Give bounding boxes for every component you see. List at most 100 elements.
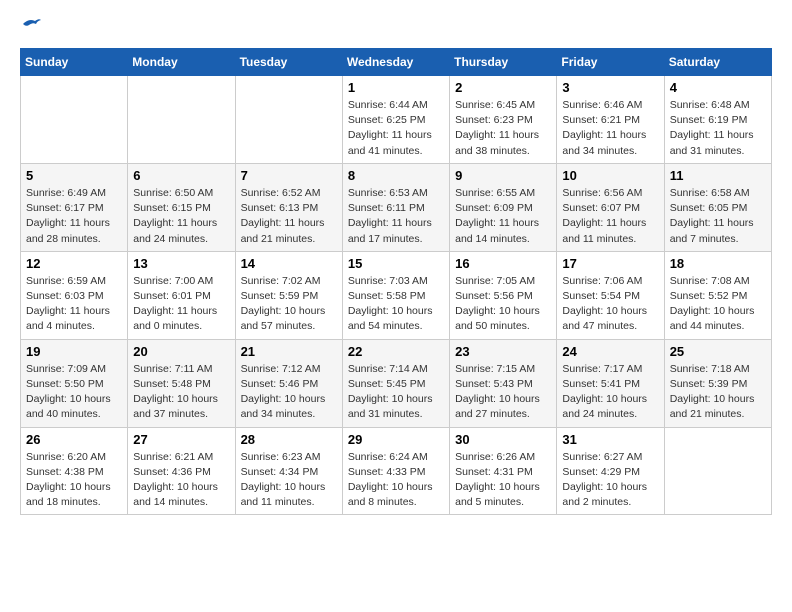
- page-header: [20, 20, 772, 32]
- day-info: Sunrise: 7:02 AM Sunset: 5:59 PM Dayligh…: [241, 274, 337, 335]
- day-info: Sunrise: 7:17 AM Sunset: 5:41 PM Dayligh…: [562, 362, 658, 423]
- day-number: 1: [348, 80, 444, 95]
- day-number: 12: [26, 256, 122, 271]
- day-number: 19: [26, 344, 122, 359]
- calendar-day-24: 24Sunrise: 7:17 AM Sunset: 5:41 PM Dayli…: [557, 339, 664, 427]
- day-number: 17: [562, 256, 658, 271]
- calendar-day-14: 14 Sunrise: 7:02 AM Sunset: 5:59 PM Dayli…: [235, 251, 342, 339]
- calendar-day-9: 9 Sunrise: 6:55 AM Sunset: 6:09 PM Daylig…: [450, 163, 557, 251]
- calendar-day-15: 15 Sunrise: 7:03 AM Sunset: 5:58 PM Dayli…: [342, 251, 449, 339]
- calendar-day-13: 13 Sunrise: 7:00 AM Sunset: 6:01 PM Dayli…: [128, 251, 235, 339]
- day-number: 27: [133, 432, 229, 447]
- calendar-day-4: 4 Sunrise: 6:48 AM Sunset: 6:19 PM Daylig…: [664, 76, 771, 164]
- day-number: 5: [26, 168, 122, 183]
- day-number: 22: [348, 344, 444, 359]
- calendar-header-wednesday: Wednesday: [342, 49, 449, 76]
- day-info: Sunrise: 6:24 AM Sunset: 4:33 PM Dayligh…: [348, 450, 444, 511]
- day-info: Sunrise: 6:46 AM Sunset: 6:21 PM Dayligh…: [562, 98, 658, 159]
- calendar-header-thursday: Thursday: [450, 49, 557, 76]
- calendar-day-29: 29Sunrise: 6:24 AM Sunset: 4:33 PM Dayli…: [342, 427, 449, 515]
- day-number: 25: [670, 344, 766, 359]
- calendar-day-30: 30 Sunrise: 6:26 AM Sunset: 4:31 PM Dayli…: [450, 427, 557, 515]
- day-info: Sunrise: 7:15 AM Sunset: 5:43 PM Dayligh…: [455, 362, 551, 423]
- calendar-day-5: 5Sunrise: 6:49 AM Sunset: 6:17 PM Daylig…: [21, 163, 128, 251]
- day-info: Sunrise: 7:12 AM Sunset: 5:46 PM Dayligh…: [241, 362, 337, 423]
- day-number: 13: [133, 256, 229, 271]
- calendar-day-27: 27 Sunrise: 6:21 AM Sunset: 4:36 PM Dayli…: [128, 427, 235, 515]
- calendar-day-11: 11 Sunrise: 6:58 AM Sunset: 6:05 PM Dayli…: [664, 163, 771, 251]
- day-number: 6: [133, 168, 229, 183]
- day-number: 18: [670, 256, 766, 271]
- day-info: Sunrise: 7:14 AM Sunset: 5:45 PM Dayligh…: [348, 362, 444, 423]
- day-info: Sunrise: 7:18 AM Sunset: 5:39 PM Dayligh…: [670, 362, 766, 423]
- day-info: Sunrise: 6:45 AM Sunset: 6:23 PM Dayligh…: [455, 98, 551, 159]
- calendar-empty-cell: [235, 76, 342, 164]
- calendar-empty-cell: [21, 76, 128, 164]
- calendar-day-7: 7 Sunrise: 6:52 AM Sunset: 6:13 PM Daylig…: [235, 163, 342, 251]
- day-number: 30: [455, 432, 551, 447]
- calendar-day-22: 22 Sunrise: 7:14 AM Sunset: 5:45 PM Dayli…: [342, 339, 449, 427]
- calendar-day-17: 17Sunrise: 7:06 AM Sunset: 5:54 PM Dayli…: [557, 251, 664, 339]
- calendar-day-25: 25 Sunrise: 7:18 AM Sunset: 5:39 PM Dayli…: [664, 339, 771, 427]
- day-number: 2: [455, 80, 551, 95]
- day-number: 3: [562, 80, 658, 95]
- calendar-week-row: 19 Sunrise: 7:09 AM Sunset: 5:50 PM Dayli…: [21, 339, 772, 427]
- day-info: Sunrise: 6:52 AM Sunset: 6:13 PM Dayligh…: [241, 186, 337, 247]
- calendar-day-21: 21 Sunrise: 7:12 AM Sunset: 5:46 PM Dayli…: [235, 339, 342, 427]
- day-number: 11: [670, 168, 766, 183]
- day-number: 4: [670, 80, 766, 95]
- day-number: 21: [241, 344, 337, 359]
- day-number: 7: [241, 168, 337, 183]
- calendar-day-6: 6 Sunrise: 6:50 AM Sunset: 6:15 PM Daylig…: [128, 163, 235, 251]
- day-info: Sunrise: 6:20 AM Sunset: 4:38 PM Dayligh…: [26, 450, 122, 511]
- day-info: Sunrise: 6:59 AM Sunset: 6:03 PM Dayligh…: [26, 274, 122, 335]
- calendar-day-2: 2 Sunrise: 6:45 AM Sunset: 6:23 PM Daylig…: [450, 76, 557, 164]
- calendar-empty-cell: [128, 76, 235, 164]
- calendar-day-26: 26Sunrise: 6:20 AM Sunset: 4:38 PM Dayli…: [21, 427, 128, 515]
- calendar-week-row: 1Sunrise: 6:44 AM Sunset: 6:25 PM Daylig…: [21, 76, 772, 164]
- calendar-day-1: 1Sunrise: 6:44 AM Sunset: 6:25 PM Daylig…: [342, 76, 449, 164]
- day-info: Sunrise: 7:00 AM Sunset: 6:01 PM Dayligh…: [133, 274, 229, 335]
- calendar-table: SundayMondayTuesdayWednesdayThursdayFrid…: [20, 48, 772, 515]
- day-info: Sunrise: 7:08 AM Sunset: 5:52 PM Dayligh…: [670, 274, 766, 335]
- day-info: Sunrise: 6:26 AM Sunset: 4:31 PM Dayligh…: [455, 450, 551, 511]
- calendar-day-19: 19 Sunrise: 7:09 AM Sunset: 5:50 PM Dayli…: [21, 339, 128, 427]
- day-info: Sunrise: 6:21 AM Sunset: 4:36 PM Dayligh…: [133, 450, 229, 511]
- day-info: Sunrise: 7:05 AM Sunset: 5:56 PM Dayligh…: [455, 274, 551, 335]
- day-number: 20: [133, 344, 229, 359]
- day-number: 15: [348, 256, 444, 271]
- day-info: Sunrise: 7:09 AM Sunset: 5:50 PM Dayligh…: [26, 362, 122, 423]
- day-info: Sunrise: 7:03 AM Sunset: 5:58 PM Dayligh…: [348, 274, 444, 335]
- day-number: 14: [241, 256, 337, 271]
- calendar-header-row: SundayMondayTuesdayWednesdayThursdayFrid…: [21, 49, 772, 76]
- calendar-header-tuesday: Tuesday: [235, 49, 342, 76]
- calendar-header-friday: Friday: [557, 49, 664, 76]
- day-number: 10: [562, 168, 658, 183]
- calendar-week-row: 26Sunrise: 6:20 AM Sunset: 4:38 PM Dayli…: [21, 427, 772, 515]
- calendar-header-saturday: Saturday: [664, 49, 771, 76]
- calendar-empty-cell: [664, 427, 771, 515]
- day-number: 16: [455, 256, 551, 271]
- calendar-day-28: 28 Sunrise: 6:23 AM Sunset: 4:34 PM Dayli…: [235, 427, 342, 515]
- calendar-header-monday: Monday: [128, 49, 235, 76]
- calendar-week-row: 12 Sunrise: 6:59 AM Sunset: 6:03 PM Dayli…: [21, 251, 772, 339]
- day-info: Sunrise: 6:50 AM Sunset: 6:15 PM Dayligh…: [133, 186, 229, 247]
- day-info: Sunrise: 6:58 AM Sunset: 6:05 PM Dayligh…: [670, 186, 766, 247]
- day-number: 9: [455, 168, 551, 183]
- day-number: 28: [241, 432, 337, 447]
- day-info: Sunrise: 6:53 AM Sunset: 6:11 PM Dayligh…: [348, 186, 444, 247]
- day-info: Sunrise: 6:48 AM Sunset: 6:19 PM Dayligh…: [670, 98, 766, 159]
- day-number: 23: [455, 344, 551, 359]
- calendar-day-16: 16 Sunrise: 7:05 AM Sunset: 5:56 PM Dayli…: [450, 251, 557, 339]
- calendar-day-12: 12 Sunrise: 6:59 AM Sunset: 6:03 PM Dayli…: [21, 251, 128, 339]
- calendar-day-20: 20 Sunrise: 7:11 AM Sunset: 5:48 PM Dayli…: [128, 339, 235, 427]
- calendar-day-23: 23 Sunrise: 7:15 AM Sunset: 5:43 PM Dayli…: [450, 339, 557, 427]
- logo-bird-icon: [21, 16, 43, 34]
- calendar-day-8: 8Sunrise: 6:53 AM Sunset: 6:11 PM Daylig…: [342, 163, 449, 251]
- day-info: Sunrise: 7:11 AM Sunset: 5:48 PM Dayligh…: [133, 362, 229, 423]
- day-number: 31: [562, 432, 658, 447]
- day-info: Sunrise: 6:55 AM Sunset: 6:09 PM Dayligh…: [455, 186, 551, 247]
- calendar-day-18: 18 Sunrise: 7:08 AM Sunset: 5:52 PM Dayli…: [664, 251, 771, 339]
- calendar-week-row: 5Sunrise: 6:49 AM Sunset: 6:17 PM Daylig…: [21, 163, 772, 251]
- day-info: Sunrise: 6:23 AM Sunset: 4:34 PM Dayligh…: [241, 450, 337, 511]
